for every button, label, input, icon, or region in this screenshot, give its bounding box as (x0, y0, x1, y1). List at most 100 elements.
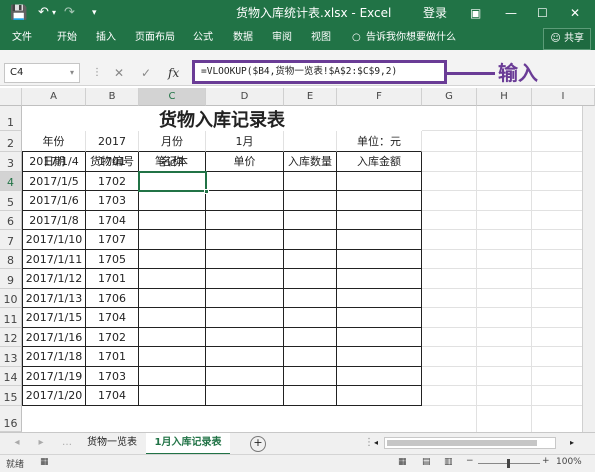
hscroll-right-icon[interactable]: ▸ (566, 433, 578, 453)
row-header-8[interactable]: 8 (0, 250, 22, 269)
table-cell[interactable] (337, 347, 422, 367)
row-header-7[interactable]: 7 (0, 230, 22, 250)
row-header-6[interactable]: 6 (0, 211, 22, 230)
table-cell[interactable]: 2017/1/20 (22, 386, 86, 406)
table-cell[interactable] (139, 269, 206, 289)
ribbon-options-icon[interactable]: ▣ (470, 0, 481, 26)
month-label-cell[interactable]: 月份 (139, 131, 206, 152)
table-cell[interactable] (139, 289, 206, 308)
login-link[interactable]: 登录 (423, 0, 447, 26)
table-cell[interactable] (139, 191, 206, 211)
row-header-15[interactable]: 15 (0, 386, 22, 406)
page-layout-view-icon[interactable]: ▤ (422, 457, 431, 467)
table-cell[interactable] (206, 328, 284, 347)
table-cell[interactable] (337, 289, 422, 308)
tab-scroll-left-icon[interactable]: ◂ (10, 433, 24, 453)
table-cell[interactable]: 2017/1/18 (22, 347, 86, 367)
zoom-level[interactable]: 100% (556, 457, 582, 467)
table-cell[interactable] (139, 347, 206, 367)
table-cell[interactable]: 2017/1/5 (22, 172, 86, 191)
save-icon[interactable]: 💾 (10, 0, 27, 26)
table-cell[interactable]: 2017/1/13 (22, 289, 86, 308)
macro-record-icon[interactable]: ▦ (40, 457, 49, 467)
month-value-cell[interactable]: 1月 (206, 131, 284, 152)
table-cell[interactable] (284, 211, 337, 230)
selected-cell-c4[interactable] (138, 171, 207, 192)
table-cell[interactable] (284, 191, 337, 211)
tab-insert[interactable]: 插入 (96, 26, 116, 50)
insert-function-icon[interactable]: fx (168, 63, 179, 83)
sheet-tab-goods-list[interactable]: 货物一览表 (78, 433, 147, 453)
row-header-3[interactable]: 3 (0, 152, 22, 172)
table-cell[interactable]: 2017/1/10 (22, 230, 86, 250)
restore-icon[interactable]: ☐ (537, 0, 548, 26)
row-header-10[interactable]: 10 (0, 289, 22, 308)
row-header-5[interactable]: 5 (0, 191, 22, 211)
table-cell[interactable]: 1702 (86, 172, 139, 191)
table-cell[interactable] (206, 269, 284, 289)
name-box-dropdown-icon[interactable]: ▾ (70, 63, 74, 83)
table-cell[interactable]: 1701 (86, 152, 139, 172)
table-cell[interactable] (337, 152, 422, 172)
table-cell[interactable] (337, 269, 422, 289)
table-cell[interactable]: 1701 (86, 347, 139, 367)
tab-view[interactable]: 视图 (311, 26, 331, 50)
table-cell[interactable]: 1707 (86, 230, 139, 250)
tab-scroll-right-icon[interactable]: ▸ (34, 433, 48, 453)
table-cell[interactable]: 1703 (86, 191, 139, 211)
table-cell[interactable]: 1704 (86, 211, 139, 230)
sheet-tab-january[interactable]: 1月入库记录表 (146, 433, 230, 455)
table-cell[interactable] (284, 367, 337, 386)
table-cell[interactable] (139, 386, 206, 406)
column-header-a[interactable]: A (22, 88, 86, 106)
tab-more-icon[interactable]: … (60, 433, 74, 453)
row-header-2[interactable]: 2 (0, 131, 22, 152)
table-cell[interactable] (284, 386, 337, 406)
table-cell[interactable] (284, 347, 337, 367)
name-box[interactable]: C4 (4, 63, 80, 83)
zoom-slider-thumb[interactable] (507, 459, 510, 468)
tab-formulas[interactable]: 公式 (193, 26, 213, 50)
quick-access-menu-icon[interactable]: ▾ (92, 0, 97, 26)
formula-input[interactable]: =VLOOKUP($B4,货物一览表!$A$2:$C$9,2) (192, 60, 447, 84)
row-header-1[interactable]: 1 (0, 106, 22, 131)
add-sheet-icon[interactable]: + (250, 436, 266, 452)
undo-dropdown-icon[interactable]: ▾ (52, 0, 56, 26)
hscroll-left-icon[interactable]: ◂ (370, 433, 382, 453)
column-header-i[interactable]: I (532, 88, 595, 106)
table-cell[interactable] (284, 308, 337, 328)
table-cell[interactable]: 2017/1/16 (22, 328, 86, 347)
table-cell[interactable]: 2017/1/15 (22, 308, 86, 328)
column-header-h[interactable]: H (477, 88, 532, 106)
page-break-view-icon[interactable]: ▥ (444, 457, 453, 467)
table-cell[interactable] (206, 308, 284, 328)
table-cell[interactable] (206, 289, 284, 308)
table-cell[interactable]: 2017/1/8 (22, 211, 86, 230)
tab-data[interactable]: 数据 (233, 26, 253, 50)
normal-view-icon[interactable]: ▦ (398, 457, 407, 467)
table-cell[interactable] (337, 230, 422, 250)
select-all-corner[interactable] (0, 88, 22, 106)
table-cell[interactable]: 2017/1/12 (22, 269, 86, 289)
tab-home[interactable]: 开始 (57, 26, 77, 50)
tab-review[interactable]: 审阅 (272, 26, 292, 50)
table-cell[interactable] (139, 328, 206, 347)
table-cell[interactable] (284, 172, 337, 191)
table-cell[interactable] (139, 367, 206, 386)
row-header-12[interactable]: 12 (0, 328, 22, 347)
more-icon[interactable]: ⋮ (92, 63, 102, 83)
horizontal-scroll-thumb[interactable] (387, 440, 537, 446)
table-cell[interactable] (284, 289, 337, 308)
table-cell[interactable] (337, 386, 422, 406)
row-header-4[interactable]: 4 (0, 172, 22, 191)
tab-page-layout[interactable]: 页面布局 (135, 26, 175, 50)
share-button[interactable]: ☺ 共享 (543, 28, 591, 50)
column-header-b[interactable]: B (86, 88, 139, 106)
table-cell[interactable] (337, 328, 422, 347)
redo-icon[interactable]: ↷ (64, 0, 75, 26)
table-cell[interactable] (139, 211, 206, 230)
table-cell[interactable] (206, 386, 284, 406)
empty-cell-e2[interactable] (284, 131, 337, 152)
table-cell[interactable] (139, 250, 206, 269)
table-cell[interactable] (337, 172, 422, 191)
